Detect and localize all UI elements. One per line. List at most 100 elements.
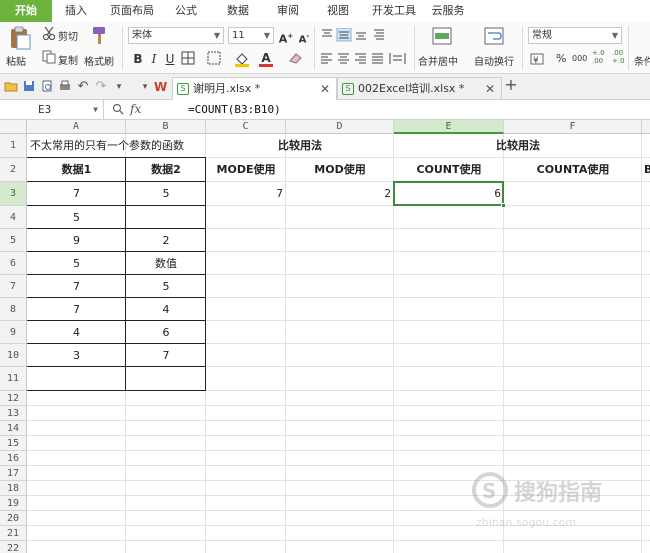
cell-b2[interactable]: 数据2 bbox=[126, 158, 206, 182]
print-icon[interactable] bbox=[58, 80, 72, 94]
chevron-down-icon[interactable]: ▾ bbox=[112, 80, 126, 94]
wrap-text-button[interactable]: 自动换行 bbox=[474, 53, 514, 68]
doc-tab[interactable]: S 002Excel培训.xlsx * ✕ bbox=[337, 77, 502, 100]
cell-a8[interactable]: 7 bbox=[27, 298, 126, 321]
select-all-corner[interactable] bbox=[0, 120, 27, 134]
column-header[interactable]: D bbox=[286, 120, 394, 134]
tab-cloud[interactable]: 云服务 bbox=[428, 0, 468, 22]
font-name-select[interactable]: 宋体 ▼ bbox=[128, 27, 224, 44]
cell-f2[interactable]: COUNTA使用 bbox=[504, 158, 642, 182]
formula-input[interactable]: =COUNT(B3:B10) bbox=[188, 100, 281, 119]
tab-formulas[interactable]: 公式 bbox=[166, 0, 206, 22]
row-header[interactable]: 22 bbox=[0, 541, 27, 553]
wrap-text-icon[interactable] bbox=[484, 27, 504, 45]
magnifier-icon[interactable] bbox=[112, 103, 124, 115]
cell-a6[interactable]: 5 bbox=[27, 252, 126, 275]
cell-b5[interactable]: 2 bbox=[126, 229, 206, 252]
row-header[interactable]: 9 bbox=[0, 321, 27, 344]
cell-b9[interactable]: 6 bbox=[126, 321, 206, 344]
tab-view[interactable]: 视图 bbox=[318, 0, 358, 22]
column-header[interactable]: E bbox=[394, 120, 504, 134]
fill-color-button[interactable] bbox=[234, 51, 250, 67]
cell-a1[interactable]: 不太常用的只有一个参数的函数 bbox=[27, 134, 206, 158]
horizontal-align-icons[interactable] bbox=[320, 52, 410, 66]
decrease-decimal-button[interactable]: .00 +.0 bbox=[612, 49, 625, 65]
copy-button[interactable]: 复制 bbox=[58, 52, 78, 67]
row-header[interactable]: 8 bbox=[0, 298, 27, 321]
tab-developer[interactable]: 开发工具 bbox=[366, 0, 422, 22]
row-header[interactable]: 15 bbox=[0, 436, 27, 451]
row-header[interactable]: 1 bbox=[0, 134, 27, 158]
row-header[interactable]: 21 bbox=[0, 526, 27, 541]
cell-a3[interactable]: 7 bbox=[27, 182, 126, 206]
undo-icon[interactable]: ↶ bbox=[76, 80, 90, 94]
cell-e1[interactable]: 比较用法 bbox=[394, 134, 642, 158]
number-format-select[interactable]: 常规 ▼ bbox=[528, 27, 622, 44]
row-header[interactable]: 14 bbox=[0, 421, 27, 436]
row-header[interactable]: 11 bbox=[0, 367, 27, 391]
tab-insert[interactable]: 插入 bbox=[56, 0, 96, 22]
doc-tab-active[interactable]: S 谢明月.xlsx * ✕ bbox=[172, 77, 337, 100]
close-icon[interactable]: ✕ bbox=[485, 78, 495, 100]
tab-data[interactable]: 数据 bbox=[218, 0, 258, 22]
paste-icon[interactable] bbox=[8, 26, 32, 50]
cell-c1[interactable]: 比较用法 bbox=[206, 134, 394, 158]
currency-icon[interactable]: ¥ bbox=[530, 52, 550, 66]
new-tab-icon[interactable]: + bbox=[504, 77, 518, 93]
column-header[interactable]: C bbox=[206, 120, 286, 134]
row-header[interactable]: 20 bbox=[0, 511, 27, 526]
wps-logo-icon[interactable]: W bbox=[154, 80, 168, 94]
cell-b10[interactable]: 7 bbox=[126, 344, 206, 367]
row-header[interactable]: 2 bbox=[0, 158, 27, 182]
merge-cells-small-button[interactable] bbox=[206, 51, 222, 67]
row-header[interactable]: 6 bbox=[0, 252, 27, 275]
row-header[interactable]: 3 bbox=[0, 182, 27, 206]
tab-page-layout[interactable]: 页面布局 bbox=[104, 0, 160, 22]
column-header[interactable]: F bbox=[504, 120, 642, 134]
cell-b6[interactable]: 数值 bbox=[126, 252, 206, 275]
close-icon[interactable]: ✕ bbox=[320, 78, 330, 100]
cell-b7[interactable]: 5 bbox=[126, 275, 206, 298]
cell-a5[interactable]: 9 bbox=[27, 229, 126, 252]
fill-handle[interactable] bbox=[501, 203, 506, 208]
function-wizard-button[interactable]: fx bbox=[130, 100, 141, 119]
font-color-button[interactable]: A bbox=[258, 50, 274, 67]
column-header[interactable]: B bbox=[126, 120, 206, 134]
print-preview-icon[interactable] bbox=[40, 80, 54, 94]
row-header[interactable]: 19 bbox=[0, 496, 27, 511]
quick-access-dropdown-icon[interactable]: ▾ bbox=[138, 80, 152, 94]
format-painter-label[interactable]: 格式刷 bbox=[84, 53, 114, 68]
shrink-font-button[interactable]: A- bbox=[296, 28, 312, 45]
cell-d2[interactable]: MOD使用 bbox=[286, 158, 394, 182]
row-header[interactable]: 7 bbox=[0, 275, 27, 298]
tab-home[interactable]: 开始 bbox=[0, 0, 52, 22]
cell-g2[interactable]: B bbox=[644, 158, 650, 182]
name-box[interactable]: E3 ▼ bbox=[0, 100, 104, 119]
merge-center-button[interactable]: 合并居中 bbox=[418, 53, 458, 68]
row-header[interactable]: 10 bbox=[0, 344, 27, 367]
cell-c3[interactable]: 7 bbox=[206, 182, 286, 206]
row-header[interactable]: 16 bbox=[0, 451, 27, 466]
cell-a4[interactable]: 5 bbox=[27, 206, 126, 229]
format-painter-icon[interactable] bbox=[90, 26, 108, 46]
cut-button[interactable]: 剪切 bbox=[58, 28, 78, 43]
comma-style-button[interactable]: 000 bbox=[572, 54, 587, 63]
cell-b3[interactable]: 5 bbox=[126, 182, 206, 206]
row-header[interactable]: 4 bbox=[0, 206, 27, 229]
column-header[interactable]: A bbox=[27, 120, 126, 134]
borders-button[interactable] bbox=[180, 51, 196, 67]
column-header[interactable] bbox=[642, 120, 650, 134]
paste-button[interactable]: 粘贴 bbox=[6, 53, 26, 68]
cell-c2[interactable]: MODE使用 bbox=[206, 158, 286, 182]
cell-a10[interactable]: 3 bbox=[27, 344, 126, 367]
save-icon[interactable] bbox=[22, 80, 36, 94]
tab-review[interactable]: 审阅 bbox=[268, 0, 308, 22]
cell-a2[interactable]: 数据1 bbox=[27, 158, 126, 182]
italic-button[interactable]: I bbox=[146, 51, 162, 67]
clear-format-button[interactable] bbox=[288, 51, 304, 67]
open-folder-icon[interactable] bbox=[4, 80, 18, 94]
conditional-format-button[interactable]: 条件 bbox=[634, 53, 650, 68]
cell-e2[interactable]: COUNT使用 bbox=[394, 158, 504, 182]
font-size-select[interactable]: 11 ▼ bbox=[228, 27, 274, 44]
grow-font-button[interactable]: A+ bbox=[278, 28, 294, 46]
